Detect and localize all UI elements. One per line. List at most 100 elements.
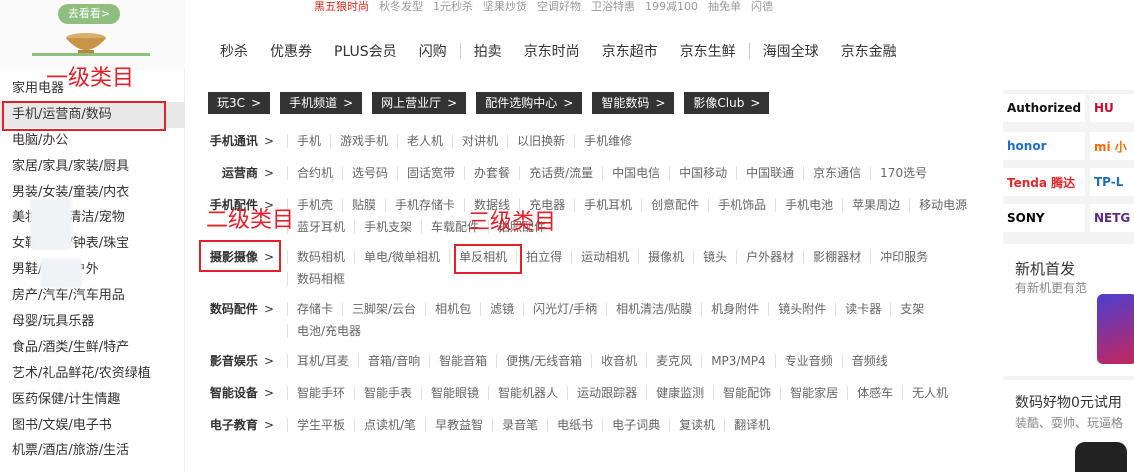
channel-button[interactable]: 智能数码 > [592, 92, 675, 114]
level3-category-link[interactable]: 创意配件 [641, 198, 708, 212]
channel-button[interactable]: 影像Club > [684, 92, 770, 114]
level3-category-link[interactable]: 合约机 [287, 166, 342, 180]
level3-category-link[interactable]: 耳机/耳麦 [287, 354, 358, 368]
level3-category-link[interactable]: 三脚架/云台 [342, 302, 425, 316]
level3-category-link[interactable]: 麦克风 [646, 354, 701, 368]
nav-link[interactable]: 京东生鲜 [669, 41, 747, 61]
category-item[interactable]: 房产/汽车/汽车用品 [0, 283, 185, 309]
category-item[interactable]: 电脑/办公 [0, 128, 185, 154]
level3-category-link[interactable]: 户外器材 [736, 250, 803, 264]
level3-category-link[interactable]: 智能配饰 [713, 386, 780, 400]
level3-category-link[interactable]: 冲印服务 [870, 250, 937, 264]
level3-category-link[interactable]: 游戏手机 [330, 134, 397, 148]
hot-word[interactable]: 秋冬发型 [379, 0, 423, 13]
brand-logo[interactable]: Tenda 腾达 [1003, 168, 1085, 196]
level3-category-link[interactable]: 专业音频 [774, 354, 842, 368]
category-item[interactable]: 男鞋/运动/户外 [0, 257, 185, 283]
level3-category-link[interactable]: 运动相机 [571, 250, 638, 264]
level3-category-link[interactable]: 体感车 [847, 386, 902, 400]
level3-category-link[interactable]: 中国电信 [602, 166, 669, 180]
category-item[interactable]: 男装/女装/童装/内衣 [0, 180, 185, 206]
level3-category-link[interactable]: 智能手表 [354, 386, 421, 400]
level3-category-link[interactable]: 机身附件 [701, 302, 768, 316]
level3-category-link[interactable]: 中国联通 [736, 166, 803, 180]
level3-category-link[interactable]: 单反相机 [449, 250, 516, 264]
hot-word[interactable]: 闪德 [751, 0, 773, 13]
category-item[interactable]: 家用电器 [0, 76, 185, 102]
subcategory-title[interactable]: 手机配件 > [186, 194, 286, 238]
nav-link[interactable]: 京东金融 [830, 41, 908, 61]
level3-category-link[interactable]: 滤镜 [480, 302, 523, 316]
level3-category-link[interactable]: 苹果周边 [842, 198, 909, 212]
hot-word[interactable]: 卫浴特惠 [591, 0, 635, 13]
level3-category-link[interactable]: 无人机 [902, 386, 957, 400]
level3-category-link[interactable]: 170选号 [870, 166, 936, 180]
level3-category-link[interactable]: 充电器 [519, 198, 574, 212]
level3-category-link[interactable]: 音箱/音响 [358, 354, 429, 368]
hot-word[interactable]: 黑五狼时尚 [314, 0, 369, 13]
category-item[interactable]: 图书/文娱/电子书 [0, 413, 185, 439]
level3-category-link[interactable]: 以旧换新 [507, 134, 574, 148]
level3-category-link[interactable]: 镜头附件 [768, 302, 835, 316]
hot-word[interactable]: 坚果炒货 [483, 0, 527, 13]
level3-category-link[interactable]: 手机壳 [287, 198, 342, 212]
level3-category-link[interactable]: 智能机器人 [488, 386, 567, 400]
level3-category-link[interactable]: 对讲机 [452, 134, 507, 148]
level3-category-link[interactable]: 手机耳机 [574, 198, 641, 212]
level3-category-link[interactable]: 影棚器材 [803, 250, 870, 264]
level3-category-link[interactable]: 充话费/流量 [519, 166, 602, 180]
level3-category-link[interactable]: 运动跟踪器 [567, 386, 646, 400]
level3-category-link[interactable]: 蓝牙耳机 [287, 220, 354, 234]
subcategory-title[interactable]: 摄影摄像 > [186, 246, 286, 290]
nav-link[interactable]: 优惠券 [259, 41, 323, 61]
level3-category-link[interactable]: 电纸书 [547, 418, 602, 432]
level3-category-link[interactable]: 点读机/笔 [354, 418, 425, 432]
category-item[interactable]: 艺术/礼品鲜花/农资绿植 [0, 361, 185, 387]
hot-word[interactable]: 抽免单 [708, 0, 741, 13]
brand-logo[interactable]: TP-L [1090, 168, 1134, 196]
level3-category-link[interactable]: 音频线 [841, 354, 897, 368]
subcategory-title[interactable]: 运营商 > [186, 162, 286, 184]
level3-category-link[interactable]: 摄像机 [638, 250, 693, 264]
level3-category-link[interactable]: 复读机 [669, 418, 724, 432]
level3-category-link[interactable]: 便携/无线音箱 [496, 354, 591, 368]
hot-word[interactable]: 1元秒杀 [433, 0, 473, 13]
level3-category-link[interactable]: 单电/微单相机 [354, 250, 449, 264]
hot-word[interactable]: 空调好物 [537, 0, 581, 13]
level3-category-link[interactable]: 数码相框 [287, 272, 354, 286]
channel-button[interactable]: 手机频道 > [280, 92, 363, 114]
category-item[interactable]: 医药保健/计生情趣 [0, 387, 185, 413]
category-item[interactable]: 手机/运营商/数码 [0, 101, 185, 128]
level3-category-link[interactable]: 读卡器 [835, 302, 890, 316]
subcategory-title[interactable]: 影音娱乐 > [186, 350, 286, 372]
nav-link[interactable]: PLUS会员 [323, 41, 408, 61]
level3-category-link[interactable]: 存储卡 [287, 302, 342, 316]
level3-category-link[interactable]: 数据线 [464, 198, 519, 212]
level3-category-link[interactable]: 手机支架 [354, 220, 421, 234]
brand-logo[interactable]: NETG [1090, 204, 1134, 232]
level3-category-link[interactable]: 电池/充电器 [287, 324, 370, 338]
category-item[interactable]: 女鞋/箱包/钟表/珠宝 [0, 231, 185, 257]
level3-category-link[interactable]: 办套餐 [464, 166, 519, 180]
level3-category-link[interactable]: 选号码 [342, 166, 397, 180]
subcategory-title[interactable]: 数码配件 > [186, 298, 286, 342]
level3-category-link[interactable]: 翻译机 [724, 418, 779, 432]
level3-category-link[interactable]: 固话宽带 [397, 166, 464, 180]
brand-logo[interactable]: honor [1003, 132, 1085, 160]
level3-category-link[interactable]: 拍立得 [516, 250, 571, 264]
level3-category-link[interactable]: 闪光灯/手柄 [523, 302, 606, 316]
level3-category-link[interactable]: 收音机 [591, 354, 646, 368]
level3-category-link[interactable]: 相机包 [425, 302, 480, 316]
nav-link[interactable]: 海囤全球 [752, 41, 830, 61]
level3-category-link[interactable]: 早教益智 [425, 418, 492, 432]
level3-category-link[interactable]: 贴膜 [342, 198, 385, 212]
level3-category-link[interactable]: 健康监测 [646, 386, 713, 400]
channel-button[interactable]: 玩3C > [208, 92, 271, 114]
level3-category-link[interactable]: 相机清洁/贴膜 [606, 302, 701, 316]
subcategory-title[interactable]: 智能设备 > [186, 382, 286, 404]
level3-category-link[interactable]: MP3/MP4 [701, 354, 775, 368]
brand-logo[interactable]: mi 小 [1090, 132, 1134, 160]
level3-category-link[interactable]: 镜头 [693, 250, 736, 264]
level3-category-link[interactable]: 数码相机 [287, 250, 354, 264]
category-item[interactable]: 美妆/个护清洁/宠物 [0, 205, 185, 231]
